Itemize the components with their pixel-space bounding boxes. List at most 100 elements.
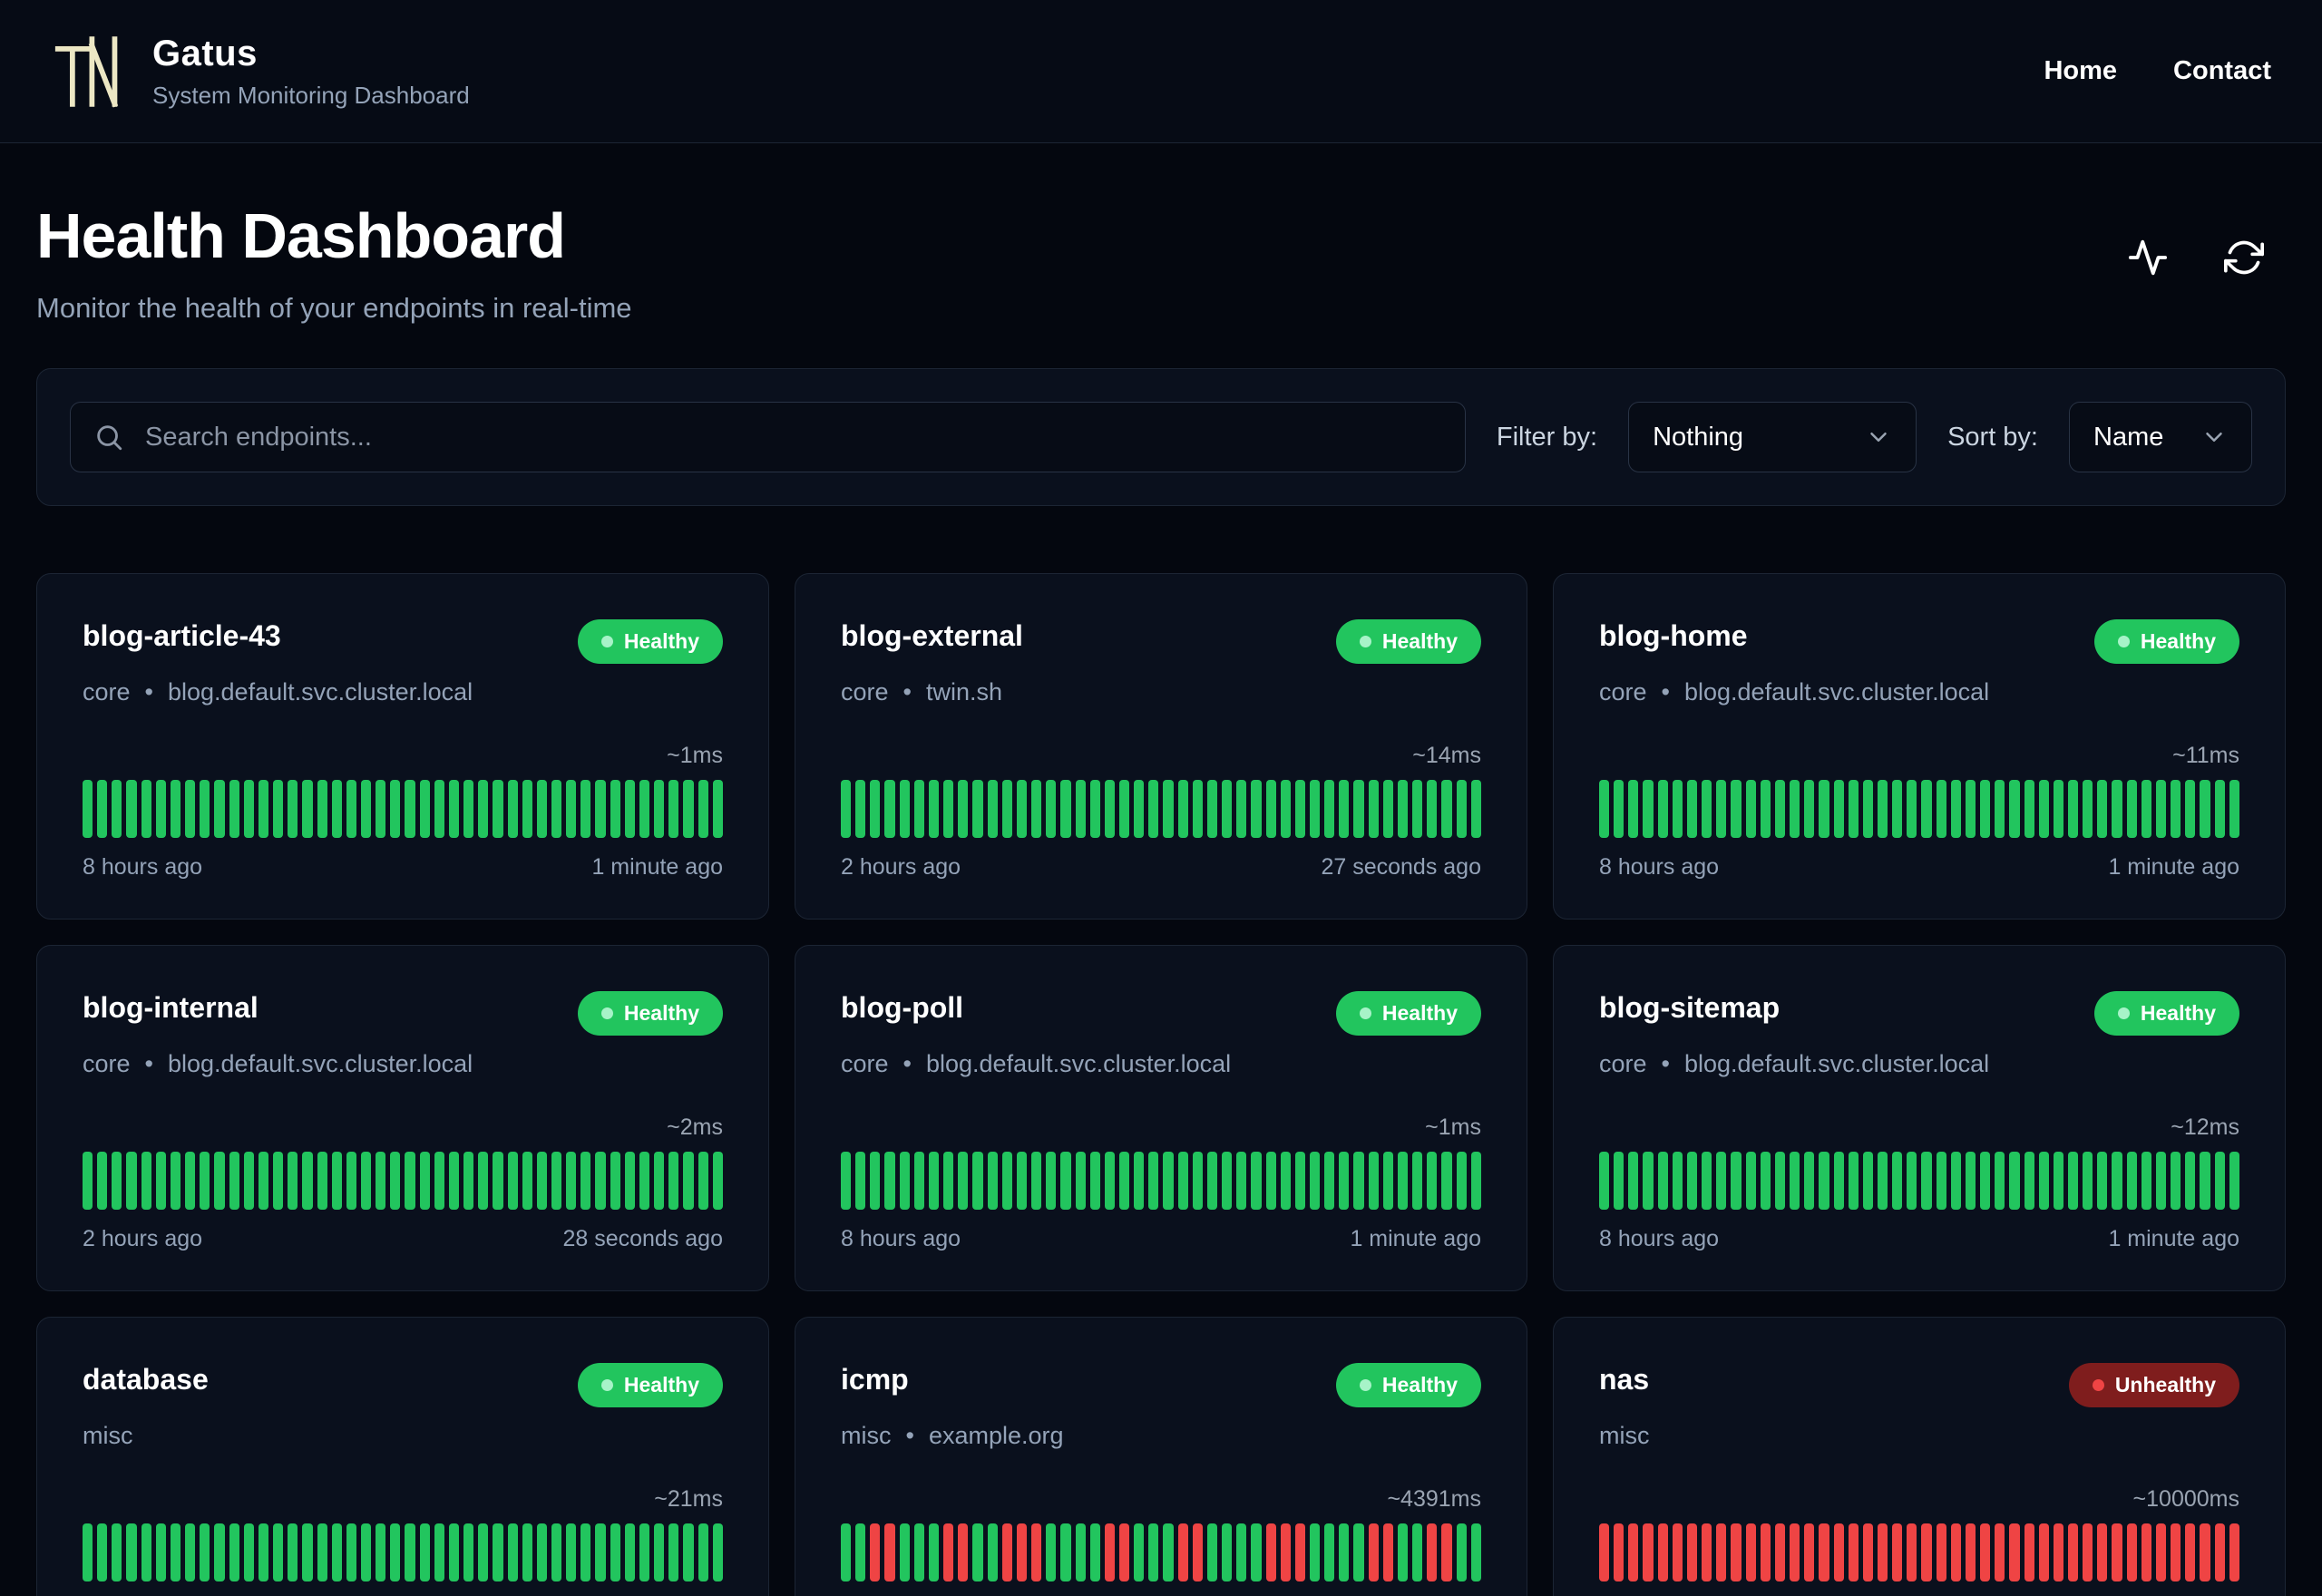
health-bar[interactable] [376,780,386,838]
health-bar[interactable] [2141,1152,2151,1210]
endpoint-card[interactable]: blog-sitemap Healthy core • blog.default… [1553,945,2286,1291]
health-bar[interactable] [1104,780,1115,838]
health-bar[interactable] [1236,1152,1247,1210]
health-bar[interactable] [1790,780,1800,838]
filter-select[interactable]: Nothing [1628,402,1917,472]
health-bar[interactable] [390,1152,401,1210]
health-bar[interactable] [1412,1152,1423,1210]
health-bar[interactable] [243,780,254,838]
health-bar[interactable] [610,1523,620,1581]
refresh-icon[interactable] [2222,236,2266,279]
health-bar[interactable] [899,780,910,838]
health-bar[interactable] [1848,1152,1859,1210]
health-bar[interactable] [1089,1523,1100,1581]
health-bar[interactable] [668,1523,679,1581]
health-bar[interactable] [493,780,503,838]
health-bar[interactable] [419,1152,430,1210]
health-bar[interactable] [200,1523,210,1581]
health-bar[interactable] [1819,780,1829,838]
health-bar[interactable] [1877,780,1888,838]
health-bar[interactable] [1016,780,1028,838]
health-bar[interactable] [624,1152,635,1210]
health-bar[interactable] [1192,1152,1203,1210]
health-bar[interactable] [2155,1523,2167,1581]
health-bar[interactable] [1177,1152,1188,1210]
health-bar[interactable] [112,1523,122,1581]
health-bar[interactable] [1980,780,1991,838]
health-bar[interactable] [2126,780,2137,838]
health-bar[interactable] [536,1523,547,1581]
health-bar[interactable] [2009,1152,2020,1210]
endpoint-card[interactable]: blog-poll Healthy core • blog.default.sv… [795,945,1527,1291]
health-bar[interactable] [273,780,284,838]
endpoint-card[interactable]: blog-home Healthy core • blog.default.sv… [1553,573,2286,920]
health-bar[interactable] [654,1523,665,1581]
health-bar[interactable] [1251,1523,1262,1581]
health-bar[interactable] [712,780,723,838]
health-bar[interactable] [1907,780,1917,838]
health-bar[interactable] [1995,780,2005,838]
health-bar[interactable] [360,780,372,838]
health-bar[interactable] [1177,780,1188,838]
health-bar[interactable] [2024,1152,2034,1210]
health-bar[interactable] [1148,1523,1159,1581]
health-bar[interactable] [478,780,489,838]
health-bar[interactable] [141,1523,151,1581]
health-bar[interactable] [1672,1152,1683,1210]
health-bar[interactable] [1628,1152,1639,1210]
health-bar[interactable] [698,1523,708,1581]
health-bar[interactable] [273,1523,284,1581]
health-bar[interactable] [2053,780,2063,838]
health-bar[interactable] [1031,1523,1042,1581]
health-bar[interactable] [1731,780,1742,838]
health-bar[interactable] [1921,1152,1932,1210]
health-bar[interactable] [1657,780,1668,838]
health-bar[interactable] [884,1523,895,1581]
health-bar[interactable] [2171,780,2181,838]
health-bar[interactable] [2053,1523,2063,1581]
health-bar[interactable] [1892,1152,1903,1210]
health-bar[interactable] [943,1523,954,1581]
health-bar[interactable] [1089,780,1100,838]
health-bar[interactable] [405,1523,415,1581]
health-bar[interactable] [1774,1523,1786,1581]
health-bar[interactable] [2112,780,2122,838]
health-bar[interactable] [1995,1523,2005,1581]
health-bar[interactable] [463,780,474,838]
health-bar[interactable] [654,780,665,838]
health-bar[interactable] [1716,1523,1727,1581]
health-bar[interactable] [1760,780,1771,838]
health-bar[interactable] [884,780,895,838]
health-bar[interactable] [478,1152,489,1210]
health-bar[interactable] [2214,1152,2225,1210]
health-bar[interactable] [1148,780,1159,838]
health-bar[interactable] [405,780,415,838]
health-bar[interactable] [405,1152,415,1210]
health-bar[interactable] [972,1152,983,1210]
health-bar[interactable] [1833,1152,1844,1210]
health-bar[interactable] [1686,1152,1698,1210]
health-bar[interactable] [580,1152,591,1210]
health-bar[interactable] [463,1523,474,1581]
health-bar[interactable] [185,1152,196,1210]
health-bar[interactable] [1774,780,1786,838]
health-bar[interactable] [317,1523,327,1581]
health-bar[interactable] [126,780,137,838]
endpoint-card[interactable]: blog-article-43 Healthy core • blog.defa… [36,573,769,920]
health-bar[interactable] [1148,1152,1159,1210]
health-bar[interactable] [1265,1523,1276,1581]
health-bar[interactable] [1368,780,1379,838]
health-bar[interactable] [229,1523,239,1581]
health-bar[interactable] [1206,1152,1218,1210]
health-bar[interactable] [1427,1523,1438,1581]
health-bar[interactable] [1672,1523,1683,1581]
health-bar[interactable] [683,1523,694,1581]
health-bar[interactable] [1134,1152,1145,1210]
health-bar[interactable] [1980,1523,1991,1581]
health-bar[interactable] [141,1152,151,1210]
health-bar[interactable] [1614,1523,1624,1581]
health-bar[interactable] [448,1152,460,1210]
health-bar[interactable] [200,780,210,838]
health-bar[interactable] [1760,1152,1771,1210]
health-bar[interactable] [1397,1152,1409,1210]
